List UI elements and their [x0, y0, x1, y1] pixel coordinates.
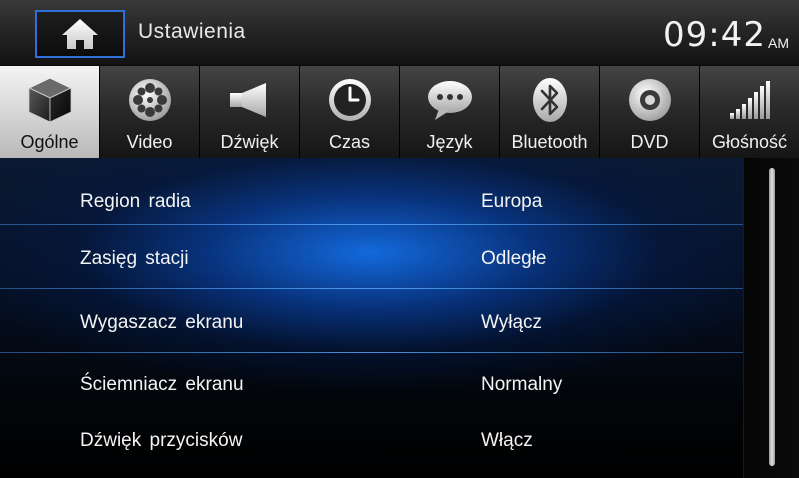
tab-bluetooth[interactable]: Bluetooth — [500, 66, 600, 158]
setting-row-screensaver[interactable]: Wygaszacz ekranu Wyłącz — [0, 291, 743, 355]
clock-ampm: AM — [768, 35, 789, 51]
tab-label: Język — [426, 132, 473, 152]
setting-label: Zasięg stacji — [80, 248, 189, 269]
setting-label: Region radia — [80, 191, 191, 212]
clock-time: 09:42 — [663, 15, 766, 55]
bluetooth-icon — [523, 74, 577, 126]
tab-sound[interactable]: Dźwięk — [200, 66, 300, 158]
setting-value: Normalny — [481, 374, 563, 395]
settings-tabs: Ogólne Video Dźwięk Czas Język Bluetooth… — [0, 66, 799, 158]
scrollbar-track[interactable] — [743, 158, 799, 478]
setting-row-key-sound[interactable]: Dźwięk przycisków Włącz — [0, 409, 743, 473]
settings-list: Region radia Europa Zasięg stacji Odległ… — [0, 158, 799, 478]
tab-label: Video — [126, 132, 173, 152]
home-icon — [60, 17, 100, 51]
film-reel-icon — [123, 74, 177, 126]
home-button[interactable] — [35, 10, 125, 58]
tab-label: Bluetooth — [511, 132, 588, 152]
setting-label: Wygaszacz ekranu — [80, 312, 244, 333]
volume-bars-icon — [723, 74, 777, 126]
setting-row-station-range[interactable]: Zasięg stacji Odległe — [0, 227, 743, 291]
disc-icon — [623, 74, 677, 126]
settings-screen: Ustawienia 09:42 AM Ogólne Video Dźwięk … — [0, 0, 799, 478]
speech-bubble-icon — [423, 74, 477, 126]
row-divider — [0, 224, 743, 225]
setting-label: Ściemniacz ekranu — [80, 374, 244, 395]
tab-volume[interactable]: Głośność — [700, 66, 799, 158]
setting-label: Dźwięk przycisków — [80, 430, 243, 451]
tab-label: Głośność — [711, 132, 788, 152]
tab-dvd[interactable]: DVD — [600, 66, 700, 158]
clock-icon — [323, 74, 377, 126]
tab-label: Czas — [328, 132, 370, 152]
row-divider — [0, 288, 743, 289]
tab-label: Dźwięk — [220, 132, 279, 152]
setting-value: Wyłącz — [481, 312, 543, 333]
tab-language[interactable]: Język — [400, 66, 500, 158]
tab-video[interactable]: Video — [100, 66, 200, 158]
page-title: Ustawienia — [138, 20, 246, 43]
cube-icon — [23, 74, 77, 126]
tab-general[interactable]: Ogólne — [0, 66, 100, 158]
setting-value: Odległe — [481, 248, 547, 269]
clock: 09:42 AM — [663, 16, 789, 54]
speaker-icon — [223, 74, 277, 126]
tab-time[interactable]: Czas — [300, 66, 400, 158]
header-bar: Ustawienia 09:42 AM — [0, 0, 799, 66]
scrollbar-thumb[interactable] — [769, 168, 775, 466]
setting-value: Włącz — [481, 430, 533, 451]
setting-row-dimmer[interactable]: Ściemniacz ekranu Normalny — [0, 353, 743, 417]
tab-label: Ogólne — [20, 132, 79, 152]
setting-value: Europa — [481, 191, 543, 212]
tab-label: DVD — [630, 132, 669, 152]
